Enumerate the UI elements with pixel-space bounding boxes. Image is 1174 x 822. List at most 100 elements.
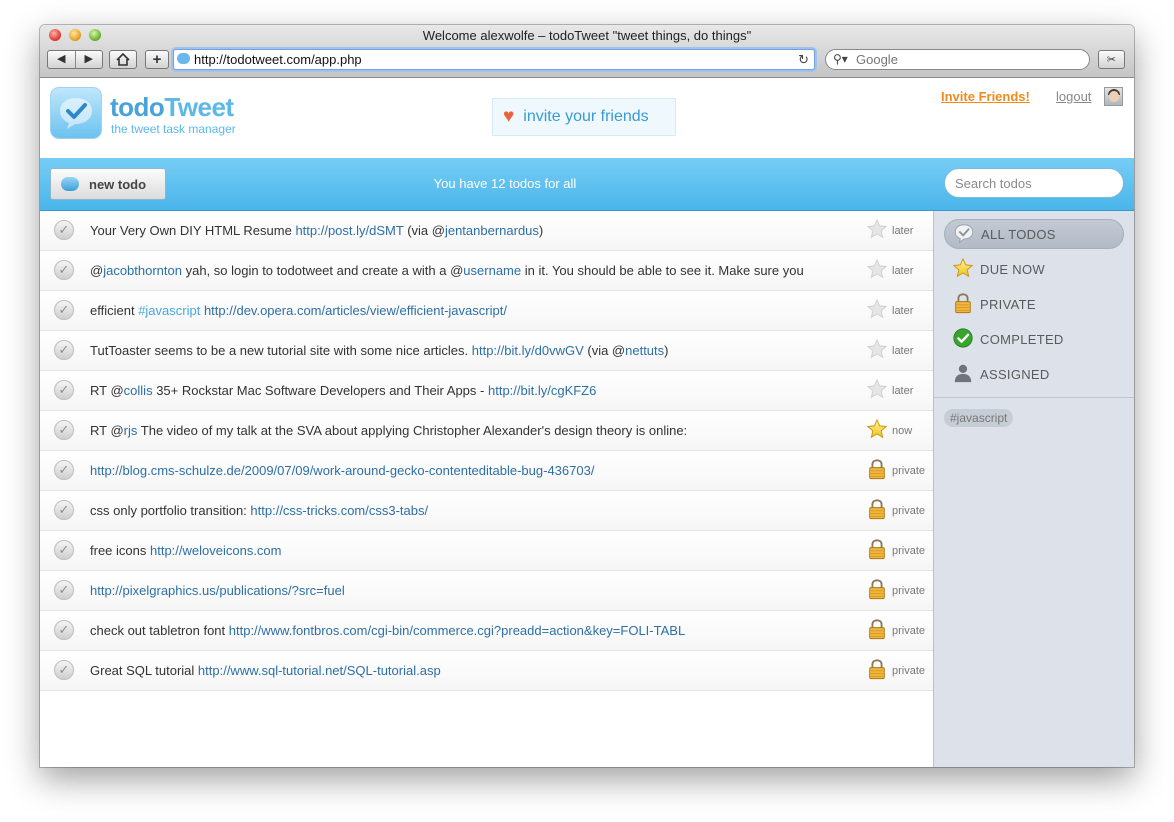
invite-friends-link[interactable]: Invite Friends!	[941, 89, 1030, 104]
todo-status-label: private	[892, 585, 926, 597]
todo-link[interactable]: http://post.ly/dSMT	[295, 223, 403, 238]
todo-status[interactable]: later	[866, 218, 932, 243]
complete-checkmark-icon[interactable]: ✓	[54, 340, 74, 360]
site-favicon-icon	[177, 53, 190, 64]
complete-checkmark-icon[interactable]: ✓	[54, 380, 74, 400]
todo-row[interactable]: ✓ http://blog.cms-schulze.de/2009/07/09/w…	[40, 451, 933, 491]
reload-icon[interactable]: ↻	[798, 50, 809, 69]
complete-checkmark-icon[interactable]: ✓	[54, 540, 74, 560]
todo-row[interactable]: ✓ Great SQL tutorial http://www.sql-tutor…	[40, 651, 933, 691]
complete-checkmark-icon[interactable]: ✓	[54, 500, 74, 520]
complete-checkmark-icon[interactable]: ✓	[54, 300, 74, 320]
complete-checkmark-icon[interactable]: ✓	[54, 260, 74, 280]
todo-link[interactable]: collis	[124, 383, 153, 398]
todo-text-segment: )	[664, 343, 669, 358]
complete-checkmark-icon[interactable]: ✓	[54, 460, 74, 480]
filter-sidebar: #javascript ALL TODOS DUE NOW PRIVATE COMPL…	[933, 211, 1134, 767]
todo-link[interactable]: http://www.fontbros.com/cgi-bin/commerce…	[229, 623, 685, 638]
star-icon	[866, 338, 888, 365]
todotweet-logo-icon[interactable]	[50, 87, 102, 139]
todo-status[interactable]: private	[866, 458, 932, 485]
complete-checkmark-icon[interactable]: ✓	[54, 220, 74, 240]
todo-status-label: private	[892, 505, 926, 517]
todo-status[interactable]: later	[866, 378, 932, 403]
complete-checkmark-icon[interactable]: ✓	[54, 420, 74, 440]
todo-row[interactable]: ✓ efficient #javascript http://dev.opera.…	[40, 291, 933, 331]
todo-link[interactable]: http://bit.ly/d0vwGV	[472, 343, 584, 358]
forward-arrow-icon[interactable]: ▶	[74, 51, 103, 68]
todo-link[interactable]: http://dev.opera.com/articles/view/effic…	[204, 303, 507, 318]
add-bookmark-button[interactable]: +	[145, 50, 169, 69]
todo-row[interactable]: ✓ TutToaster seems to be a new tutorial s…	[40, 331, 933, 371]
star-icon	[952, 257, 980, 282]
star-icon	[866, 258, 888, 285]
todo-text-segment: check out tabletron font	[90, 623, 229, 638]
hashtag-filter[interactable]: #javascript	[944, 409, 1014, 427]
todo-status[interactable]: private	[866, 538, 932, 563]
todo-status[interactable]: private	[866, 498, 932, 523]
todo-link[interactable]: http://weloveicons.com	[150, 543, 282, 558]
sidebar-item-assigned[interactable]: ASSIGNED	[944, 359, 1124, 389]
todo-status[interactable]: private	[866, 658, 932, 683]
complete-checkmark-icon[interactable]: ✓	[54, 620, 74, 640]
complete-checkmark-icon[interactable]: ✓	[54, 580, 74, 600]
todo-text-segment: TutToaster seems to be a new tutorial si…	[90, 343, 472, 358]
logo-wordmark[interactable]: todoTweet	[110, 92, 234, 123]
sidebar-item-all-todos[interactable]: ALL TODOS	[944, 219, 1124, 249]
todo-text: Great SQL tutorial http://www.sql-tutori…	[90, 663, 850, 678]
todo-text: TutToaster seems to be a new tutorial si…	[90, 343, 850, 358]
sidebar-item-private[interactable]: PRIVATE	[944, 289, 1124, 319]
todo-row[interactable]: ✓ @jacobthornton yah, so login to todotwe…	[40, 251, 933, 291]
todo-status[interactable]: private	[866, 618, 932, 643]
browser-window: Welcome alexwolfe – todoTweet "tweet thi…	[40, 25, 1134, 767]
todo-status[interactable]: later	[866, 258, 932, 285]
todo-status[interactable]: private	[866, 578, 932, 603]
todo-link[interactable]: jacobthornton	[103, 263, 182, 278]
todo-text-segment: RT @	[90, 423, 124, 438]
todo-text-segment: (via @	[403, 223, 445, 238]
todo-row[interactable]: ✓ css only portfolio transition: http://c…	[40, 491, 933, 531]
todo-link[interactable]: http://css-tricks.com/css3-tabs/	[250, 503, 428, 518]
browser-search-field[interactable]: ⚲▾ Google	[825, 49, 1090, 70]
sidebar-item-label: COMPLETED	[980, 331, 1064, 347]
invite-friends-banner[interactable]: ♥ invite your friends	[492, 98, 676, 136]
search-icon: ⚲▾	[833, 52, 848, 66]
sidebar-item-completed[interactable]: COMPLETED	[944, 324, 1124, 354]
plus-icon: +	[152, 51, 162, 68]
todo-link[interactable]: rjs	[124, 423, 138, 438]
home-button[interactable]	[109, 50, 137, 69]
todo-text: Your Very Own DIY HTML Resume http://pos…	[90, 223, 850, 238]
todo-hashtag-link[interactable]: #javascript	[138, 303, 200, 318]
todo-status[interactable]: later	[866, 298, 932, 325]
todo-list: ✓ Your Very Own DIY HTML Resume http://po…	[40, 211, 933, 767]
todo-row[interactable]: ✓ RT @rjs The video of my talk at the SVA…	[40, 411, 933, 451]
todo-link[interactable]: http://www.sql-tutorial.net/SQL-tutorial…	[198, 663, 441, 678]
sidebar-item-due-now[interactable]: DUE NOW	[944, 254, 1124, 284]
todo-link[interactable]: nettuts	[625, 343, 664, 358]
todo-link[interactable]: http://pixelgraphics.us/publications/?sr…	[90, 583, 345, 598]
search-todos-input[interactable]	[944, 168, 1124, 198]
todo-status-label: now	[892, 425, 913, 437]
snip-button[interactable]: ✂	[1098, 50, 1125, 69]
todo-row[interactable]: ✓ check out tabletron font http://www.fon…	[40, 611, 933, 651]
todo-status[interactable]: later	[866, 338, 932, 365]
todo-row[interactable]: ✓ Your Very Own DIY HTML Resume http://po…	[40, 211, 933, 251]
star-icon	[866, 298, 888, 325]
todo-text-segment: efficient	[90, 303, 139, 318]
todo-link[interactable]: username	[463, 263, 521, 278]
todo-text: check out tabletron font http://www.font…	[90, 623, 850, 638]
lock-icon	[866, 458, 888, 485]
todo-status[interactable]: now	[866, 418, 932, 443]
todo-link[interactable]: jentanbernardus	[445, 223, 539, 238]
todo-link[interactable]: http://bit.ly/cgKFZ6	[488, 383, 596, 398]
todo-link[interactable]: http://blog.cms-schulze.de/2009/07/09/wo…	[90, 463, 594, 478]
todo-row[interactable]: ✓ free icons http://weloveicons.com privat…	[40, 531, 933, 571]
todo-text-segment: css only portfolio transition:	[90, 503, 251, 518]
back-arrow-icon[interactable]: ◀	[48, 51, 75, 68]
todo-row[interactable]: ✓ http://pixelgraphics.us/publications/?s…	[40, 571, 933, 611]
address-bar[interactable]: http://todotweet.com/app.php ↻	[173, 49, 815, 70]
avatar[interactable]	[1104, 87, 1123, 106]
logout-link[interactable]: logout	[1056, 89, 1091, 104]
todo-row[interactable]: ✓ RT @collis 35+ Rockstar Mac Software De…	[40, 371, 933, 411]
complete-checkmark-icon[interactable]: ✓	[54, 660, 74, 680]
